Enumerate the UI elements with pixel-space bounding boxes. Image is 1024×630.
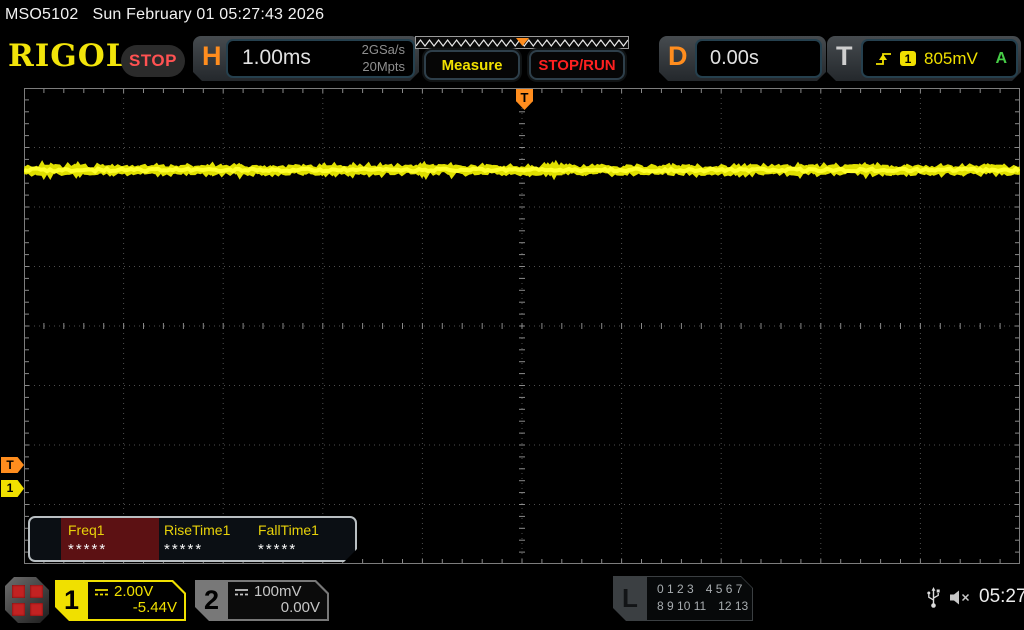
run-state-indicator[interactable]: STOP [121, 45, 185, 77]
graticule-grid [23, 87, 1021, 565]
channel1-scale: 2.00V [114, 583, 154, 600]
logic-group: 4 5 6 7 [705, 582, 743, 596]
channel2-number: 2 [203, 585, 220, 615]
logic-group: 12 13 14 15 [718, 599, 782, 614]
status-icons: 05:27 [926, 585, 1024, 609]
measurement-value: ***** [258, 541, 298, 558]
trigger-label: T [836, 41, 853, 71]
channel1-widget[interactable]: 1 2.00V -5.44V [55, 580, 186, 621]
sample-rate: 2GSa/s [361, 42, 405, 57]
clock-text: 05:27 [979, 586, 1024, 607]
channel1-offset: -5.44V [132, 599, 177, 616]
delay-label: D [668, 41, 688, 71]
channel2-offset: 0.00V [280, 599, 320, 616]
trigger-source-badge: 1 [900, 51, 916, 66]
stop-run-button[interactable]: STOP/RUN [529, 50, 625, 80]
trigger-mode: A [995, 49, 1007, 67]
channel1-number: 1 [63, 585, 80, 615]
trigger-level-marker[interactable]: T [1, 457, 24, 473]
graticule-area[interactable] [23, 87, 1021, 565]
speaker-muted-icon [950, 590, 970, 604]
dc-coupling-icon [94, 587, 109, 597]
logic-label: L [622, 583, 638, 613]
horizontal-settings-group[interactable]: H 1.00ms 2GSa/s 20Mpts [193, 36, 419, 81]
logic-channels-widget[interactable]: L 0 1 2 3 4 5 6 7 8 9 10 11 12 13 14 15 [613, 576, 753, 621]
channel1-ground-marker[interactable]: 1 [1, 480, 24, 497]
logic-group: 0 1 2 3 [657, 582, 694, 596]
rigol-logo: RIGOL [8, 38, 129, 74]
channel2-readout: 100mV 0.00V [228, 582, 327, 619]
delay-value: 0.00s [710, 47, 759, 69]
horizontal-label: H [202, 41, 222, 71]
channel1-readout: 2.00V -5.44V [88, 582, 184, 619]
red-squares-glyph [12, 585, 43, 616]
measurement-label: Freq1 [68, 522, 105, 538]
measurement-item[interactable]: FallTime1 ***** [258, 522, 353, 558]
logic-group: 8 9 10 11 [657, 599, 707, 614]
channel2-scale: 100mV [254, 583, 302, 600]
dc-coupling-icon [234, 587, 249, 597]
timebase-box[interactable]: 1.00ms 2GSa/s 20Mpts [226, 39, 415, 78]
oscilloscope-screen: MSO5102 Sun February 01 05:27:43 2026 RIG… [0, 0, 1024, 630]
channel2-widget[interactable]: 2 100mV 0.00V [195, 580, 329, 621]
waveform-preview-strip[interactable] [415, 36, 629, 49]
measurement-item[interactable]: Freq1 ***** [68, 522, 163, 558]
usb-icon [927, 587, 940, 608]
delay-box[interactable]: 0.00s [695, 39, 822, 78]
measurement-label: RiseTime1 [164, 522, 231, 538]
measurement-panel[interactable]: Freq1 ***** RiseTime1 ***** FallTime1 **… [28, 516, 357, 562]
grid-menu-icon[interactable] [5, 577, 49, 623]
measurement-item[interactable]: RiseTime1 ***** [164, 522, 259, 558]
datetime-text: Sun February 01 05:27:43 2026 [92, 6, 325, 23]
model-name: MSO5102 [5, 6, 79, 23]
trigger-box[interactable]: 1 805mV A [861, 39, 1018, 78]
logic-channel-numbers: 0 1 2 3 4 5 6 7 8 9 10 11 12 13 14 15 [647, 577, 752, 620]
acquisition-info: 2GSa/s 20Mpts [362, 42, 405, 76]
trigger-settings-group[interactable]: T 1 805mV A [827, 36, 1021, 81]
measure-button[interactable]: Measure [424, 50, 520, 80]
memory-depth: 20Mpts [362, 58, 405, 74]
trigger-level-value: 805mV [924, 48, 978, 68]
measurement-label: FallTime1 [258, 522, 319, 538]
delay-settings-group[interactable]: D 0.00s [659, 36, 826, 81]
top-info-bar: MSO5102 Sun February 01 05:27:43 2026 [5, 6, 324, 24]
rising-edge-trigger-icon [875, 51, 892, 67]
preview-zigzag-icon [415, 38, 629, 48]
measurement-value: ***** [164, 541, 204, 558]
timebase-value: 1.00ms [242, 46, 311, 69]
measurement-value: ***** [68, 541, 108, 558]
